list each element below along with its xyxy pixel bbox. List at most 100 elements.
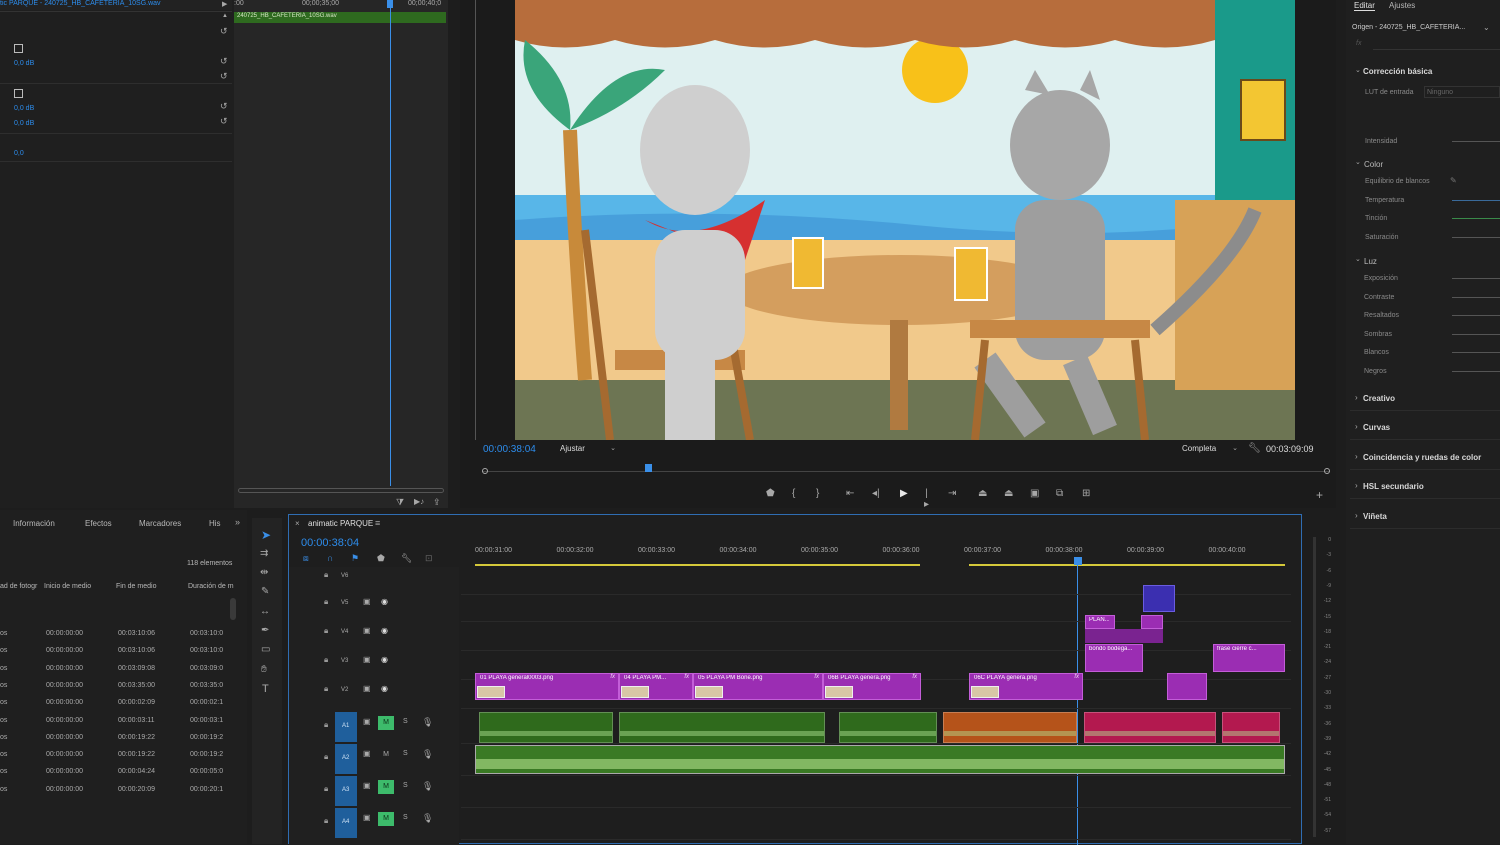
section-light[interactable]: Luz (1364, 257, 1377, 266)
video-clip[interactable]: 06B PLAYA genera.png fx (823, 673, 921, 700)
menu-icon[interactable]: ≡ (375, 518, 380, 528)
chevron-right-icon[interactable]: › (1355, 452, 1358, 461)
track-label[interactable]: A4 (342, 819, 349, 825)
temperature-slider[interactable] (1452, 200, 1500, 201)
captions-icon[interactable]: ⊡ (425, 553, 433, 564)
program-timecode[interactable]: 00:00:38:04 (483, 444, 536, 455)
lumetri-section[interactable]: Coincidencia y ruedas de color (1363, 453, 1481, 462)
more-tabs-icon[interactable]: » (235, 517, 240, 527)
chevron-right-icon[interactable]: › (1355, 393, 1358, 402)
track-label[interactable]: V5 (341, 600, 348, 606)
intensity-slider[interactable] (1452, 141, 1500, 142)
reset-icon[interactable]: ↺ (220, 101, 228, 112)
list-item[interactable]: os 00:00:00:00 00:03:35:00 00:03:35:0 (0, 682, 240, 694)
slip-icon[interactable]: ↔ (260, 606, 270, 617)
track-label[interactable]: V4 (341, 629, 348, 635)
close-tab-icon[interactable]: × (295, 519, 300, 528)
tab-efectos[interactable]: Efectos (85, 519, 112, 528)
track-label[interactable]: A2 (342, 755, 349, 761)
toggle-output-icon[interactable]: ▣ (363, 597, 371, 606)
work-area-bar[interactable] (969, 564, 1285, 566)
column-header[interactable]: ad de fotogr (0, 583, 37, 590)
toggle-sync-icon[interactable]: ▣ (363, 781, 371, 790)
audio-clip[interactable] (619, 712, 825, 743)
selection-tool-icon[interactable]: ➤ (261, 528, 271, 542)
track-label[interactable]: V6 (341, 573, 348, 579)
lock-icon[interactable]: 🔒︎ (324, 816, 328, 826)
video-clip[interactable] (1143, 585, 1175, 612)
video-clip[interactable]: PLAN... (1085, 615, 1115, 629)
program-scrub-bar[interactable] (482, 464, 1330, 476)
mute-button[interactable]: M (378, 748, 394, 762)
step-back-icon[interactable]: ◂| (872, 488, 880, 499)
lut-dropdown[interactable] (1424, 86, 1500, 98)
lock-icon[interactable]: 🔒︎ (324, 626, 328, 636)
microphone-icon[interactable]: 🎙︎ (422, 717, 433, 728)
tab-historial[interactable]: His (209, 519, 221, 528)
toggle-output-icon[interactable]: ▣ (363, 684, 371, 693)
eyedropper-icon[interactable]: ✎ (1450, 176, 1457, 185)
eye-icon[interactable]: ◉ (381, 597, 388, 606)
mini-clip[interactable]: 240725_HB_CAFETERIA_10SG.wav (234, 12, 446, 23)
step-forward-icon[interactable]: |▸ (924, 488, 929, 510)
reset-icon[interactable]: ↺ (220, 26, 228, 37)
reset-icon[interactable]: ↺ (220, 56, 228, 67)
microphone-icon[interactable]: 🎙︎ (422, 813, 433, 824)
export-icon[interactable]: ⇪ (433, 497, 441, 508)
checkbox[interactable] (14, 44, 23, 53)
solo-button[interactable]: S (403, 814, 408, 821)
toggle-sync-icon[interactable]: ▣ (363, 749, 371, 758)
pen-icon[interactable]: ✒ (261, 625, 269, 636)
play-only-audio-icon[interactable]: ▶♪ (414, 497, 424, 506)
triangle-up-icon[interactable]: ▲ (222, 13, 228, 19)
add-marker-icon[interactable]: ⬟ (377, 553, 385, 564)
video-clip[interactable]: 04 PLAYA PM... fx (619, 673, 693, 700)
fx-badge[interactable]: fx (814, 674, 819, 680)
ripple-edit-icon[interactable]: ⇹ (260, 567, 268, 578)
snap-icon[interactable]: ∩ (327, 553, 333, 563)
tab-marcadores[interactable]: Marcadores (139, 519, 181, 528)
audio-clip[interactable] (479, 712, 613, 743)
project-scrollbar[interactable] (230, 598, 236, 620)
chevron-right-icon[interactable]: › (1355, 422, 1358, 431)
lock-icon[interactable]: 🔒︎ (324, 655, 328, 665)
mark-out-icon[interactable]: } (816, 488, 819, 499)
light-control-slider[interactable] (1452, 278, 1500, 279)
video-clip[interactable] (1167, 673, 1207, 700)
mark-in-icon[interactable]: { (792, 488, 795, 499)
list-item[interactable]: os 00:00:00:00 00:00:19:22 00:00:19:2 (0, 734, 240, 746)
nest-icon[interactable]: ⧈ (303, 553, 309, 564)
tint-slider[interactable] (1452, 218, 1500, 219)
linked-selection-icon[interactable]: ⚑ (351, 553, 359, 564)
mute-button[interactable]: M (378, 780, 394, 794)
fx-badge[interactable]: fx (684, 674, 689, 680)
play-small-icon[interactable]: ▶ (222, 0, 227, 8)
video-clip[interactable]: bondo bodega... (1085, 644, 1143, 672)
chevron-down-icon[interactable]: ⌄ (1355, 158, 1361, 166)
list-item[interactable]: os 00:00:00:00 00:00:04:24 00:00:05:0 (0, 768, 240, 780)
video-clip[interactable] (1141, 615, 1163, 629)
wrench-icon[interactable]: 🔧︎ (401, 553, 412, 564)
section-basic-correction[interactable]: Corrección básica (1363, 67, 1432, 76)
video-clip[interactable]: frase cierre c... (1213, 644, 1285, 672)
video-clip[interactable]: 05 PLAYA PM Bone.png fx (693, 673, 823, 700)
toggle-sync-icon[interactable]: ▣ (363, 717, 371, 726)
checkbox[interactable] (14, 89, 23, 98)
eye-icon[interactable]: ◉ (381, 684, 388, 693)
solo-button[interactable]: S (403, 782, 408, 789)
list-item[interactable]: os 00:00:00:00 00:00:19:22 00:00:19:2 (0, 751, 240, 763)
eye-icon[interactable]: ◉ (381, 655, 388, 664)
track-select-icon[interactable]: ⇉ (260, 548, 268, 559)
hand-icon[interactable]: ✋︎ (261, 664, 267, 675)
tab-informacion[interactable]: Información (13, 519, 55, 528)
lock-icon[interactable]: 🔒︎ (324, 752, 328, 762)
lock-icon[interactable]: 🔒︎ (324, 784, 328, 794)
chevron-down-icon[interactable]: ⌄ (1355, 255, 1361, 263)
go-to-in-icon[interactable]: ⇤ (846, 488, 854, 499)
timeline-timecode[interactable]: 00:00:38:04 (301, 537, 359, 549)
tab-editar[interactable]: Editar (1354, 1, 1375, 11)
light-control-slider[interactable] (1452, 352, 1500, 354)
mini-scrollbar[interactable] (238, 488, 444, 493)
eye-icon[interactable]: ◉ (381, 626, 388, 635)
value-db[interactable]: 0,0 dB (14, 105, 34, 112)
